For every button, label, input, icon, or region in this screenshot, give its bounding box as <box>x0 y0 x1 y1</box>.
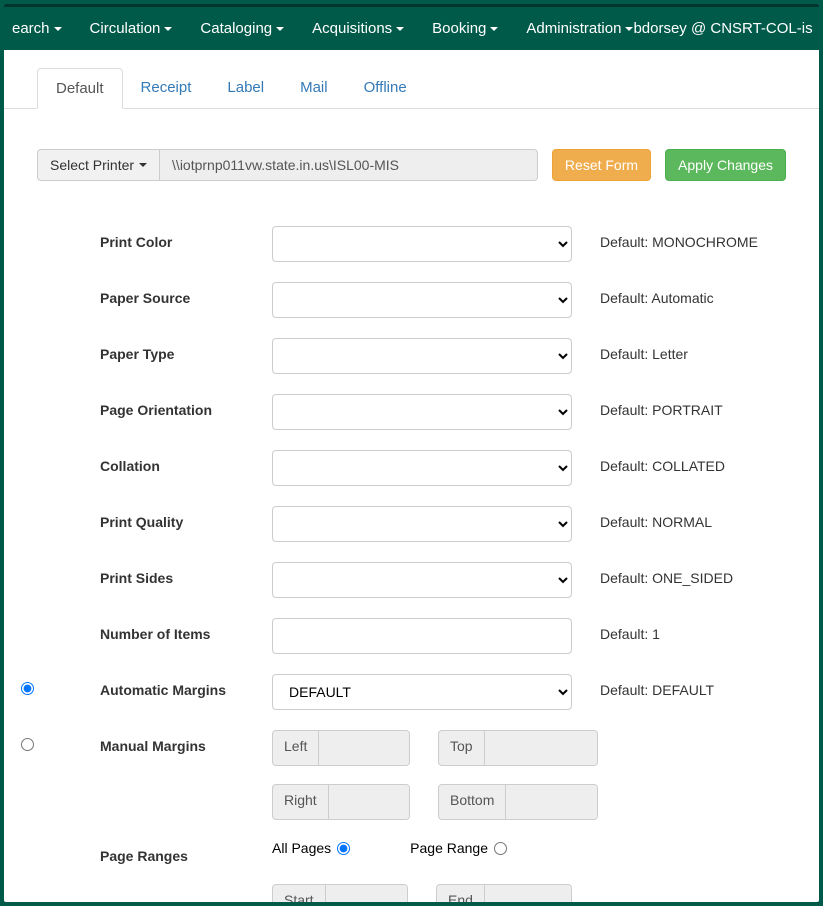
margin-bottom-input[interactable] <box>506 785 597 819</box>
automatic-margins-radio[interactable] <box>21 682 34 695</box>
nav-item-booking[interactable]: Booking <box>432 20 498 37</box>
chevron-down-icon <box>54 27 62 31</box>
number-of-items-label: Number of Items <box>100 618 272 642</box>
nav-label: earch <box>12 20 50 37</box>
manual-margins-label: Manual Margins <box>100 730 272 754</box>
manual-margins-radio[interactable] <box>21 738 34 751</box>
nav-item-cataloging[interactable]: Cataloging <box>200 20 284 37</box>
page-orientation-label: Page Orientation <box>100 394 272 418</box>
tab-mail[interactable]: Mail <box>282 68 346 108</box>
margin-left-field: Left <box>272 730 410 766</box>
chevron-down-icon <box>490 27 498 31</box>
range-end-field: End <box>436 884 572 902</box>
paper-type-label: Paper Type <box>100 338 272 362</box>
margin-left-label: Left <box>273 731 319 765</box>
chevron-down-icon <box>139 163 147 167</box>
margin-bottom-label: Bottom <box>439 785 506 819</box>
print-color-label: Print Color <box>100 226 272 250</box>
automatic-margins-default: Default: DEFAULT <box>572 674 714 698</box>
page-orientation-default: Default: PORTRAIT <box>572 394 723 418</box>
page-ranges-label: Page Ranges <box>100 840 272 864</box>
all-pages-radio[interactable] <box>337 842 350 855</box>
automatic-margins-select[interactable]: DEFAULT <box>272 674 572 710</box>
chevron-down-icon <box>276 27 284 31</box>
page-orientation-select[interactable] <box>272 394 572 430</box>
tabs: Default Receipt Label Mail Offline <box>4 68 819 109</box>
paper-type-select[interactable] <box>272 338 572 374</box>
print-quality-label: Print Quality <box>100 506 272 530</box>
print-quality-select[interactable] <box>272 506 572 542</box>
tab-receipt[interactable]: Receipt <box>123 68 210 108</box>
nav-item-circulation[interactable]: Circulation <box>90 20 173 37</box>
margin-left-input[interactable] <box>319 731 409 765</box>
select-printer-button[interactable]: Select Printer <box>37 149 160 181</box>
chevron-down-icon <box>164 27 172 31</box>
chevron-down-icon <box>625 27 633 31</box>
paper-source-select[interactable] <box>272 282 572 318</box>
margin-top-field: Top <box>438 730 598 766</box>
margin-right-label: Right <box>273 785 329 819</box>
range-start-label: Start <box>273 885 326 902</box>
range-end-label: End <box>437 885 485 902</box>
select-printer-label: Select Printer <box>50 157 134 173</box>
nav-label: Cataloging <box>200 20 272 37</box>
toolbar: Select Printer \\iotprnp011vw.state.in.u… <box>37 149 786 181</box>
reset-form-button[interactable]: Reset Form <box>552 149 651 181</box>
all-pages-option[interactable]: All Pages <box>272 840 350 856</box>
collation-label: Collation <box>100 450 272 474</box>
print-sides-default: Default: ONE_SIDED <box>572 562 733 586</box>
page-range-option[interactable]: Page Range <box>410 840 507 856</box>
margin-bottom-field: Bottom <box>438 784 598 820</box>
paper-source-default: Default: Automatic <box>572 282 714 306</box>
nav-label: Acquisitions <box>312 20 392 37</box>
range-start-input[interactable] <box>326 885 407 902</box>
automatic-margins-label: Automatic Margins <box>100 674 272 698</box>
tab-offline[interactable]: Offline <box>346 68 425 108</box>
number-of-items-default: Default: 1 <box>572 618 660 642</box>
nav-label: Booking <box>432 20 486 37</box>
margin-right-field: Right <box>272 784 410 820</box>
nav-item-administration[interactable]: Administration <box>526 20 633 37</box>
print-color-select[interactable] <box>272 226 572 262</box>
chevron-down-icon <box>396 27 404 31</box>
printer-path-display: \\iotprnp011vw.state.in.us\ISL00-MIS <box>160 149 538 181</box>
main-nav: earch Circulation Cataloging Acquisition… <box>4 4 819 50</box>
print-quality-default: Default: NORMAL <box>572 506 712 530</box>
margin-right-input[interactable] <box>329 785 409 819</box>
print-sides-select[interactable] <box>272 562 572 598</box>
range-start-field: Start <box>272 884 408 902</box>
page-range-radio[interactable] <box>494 842 507 855</box>
page-range-label: Page Range <box>410 840 488 856</box>
nav-item-search[interactable]: earch <box>12 20 62 37</box>
user-info[interactable]: bdorsey @ CNSRT-COL-is <box>633 20 812 37</box>
margin-top-input[interactable] <box>485 731 597 765</box>
nav-label: Circulation <box>90 20 161 37</box>
collation-default: Default: COLLATED <box>572 450 725 474</box>
print-sides-label: Print Sides <box>100 562 272 586</box>
nav-label: Administration <box>526 20 621 37</box>
number-of-items-input[interactable] <box>272 618 572 654</box>
margin-top-label: Top <box>439 731 485 765</box>
paper-type-default: Default: Letter <box>572 338 688 362</box>
print-color-default: Default: MONOCHROME <box>572 226 758 250</box>
paper-source-label: Paper Source <box>100 282 272 306</box>
tab-default[interactable]: Default <box>37 68 123 109</box>
tab-label[interactable]: Label <box>209 68 282 108</box>
nav-item-acquisitions[interactable]: Acquisitions <box>312 20 404 37</box>
range-end-input[interactable] <box>485 885 571 902</box>
collation-select[interactable] <box>272 450 572 486</box>
all-pages-label: All Pages <box>272 840 331 856</box>
apply-changes-button[interactable]: Apply Changes <box>665 149 786 181</box>
